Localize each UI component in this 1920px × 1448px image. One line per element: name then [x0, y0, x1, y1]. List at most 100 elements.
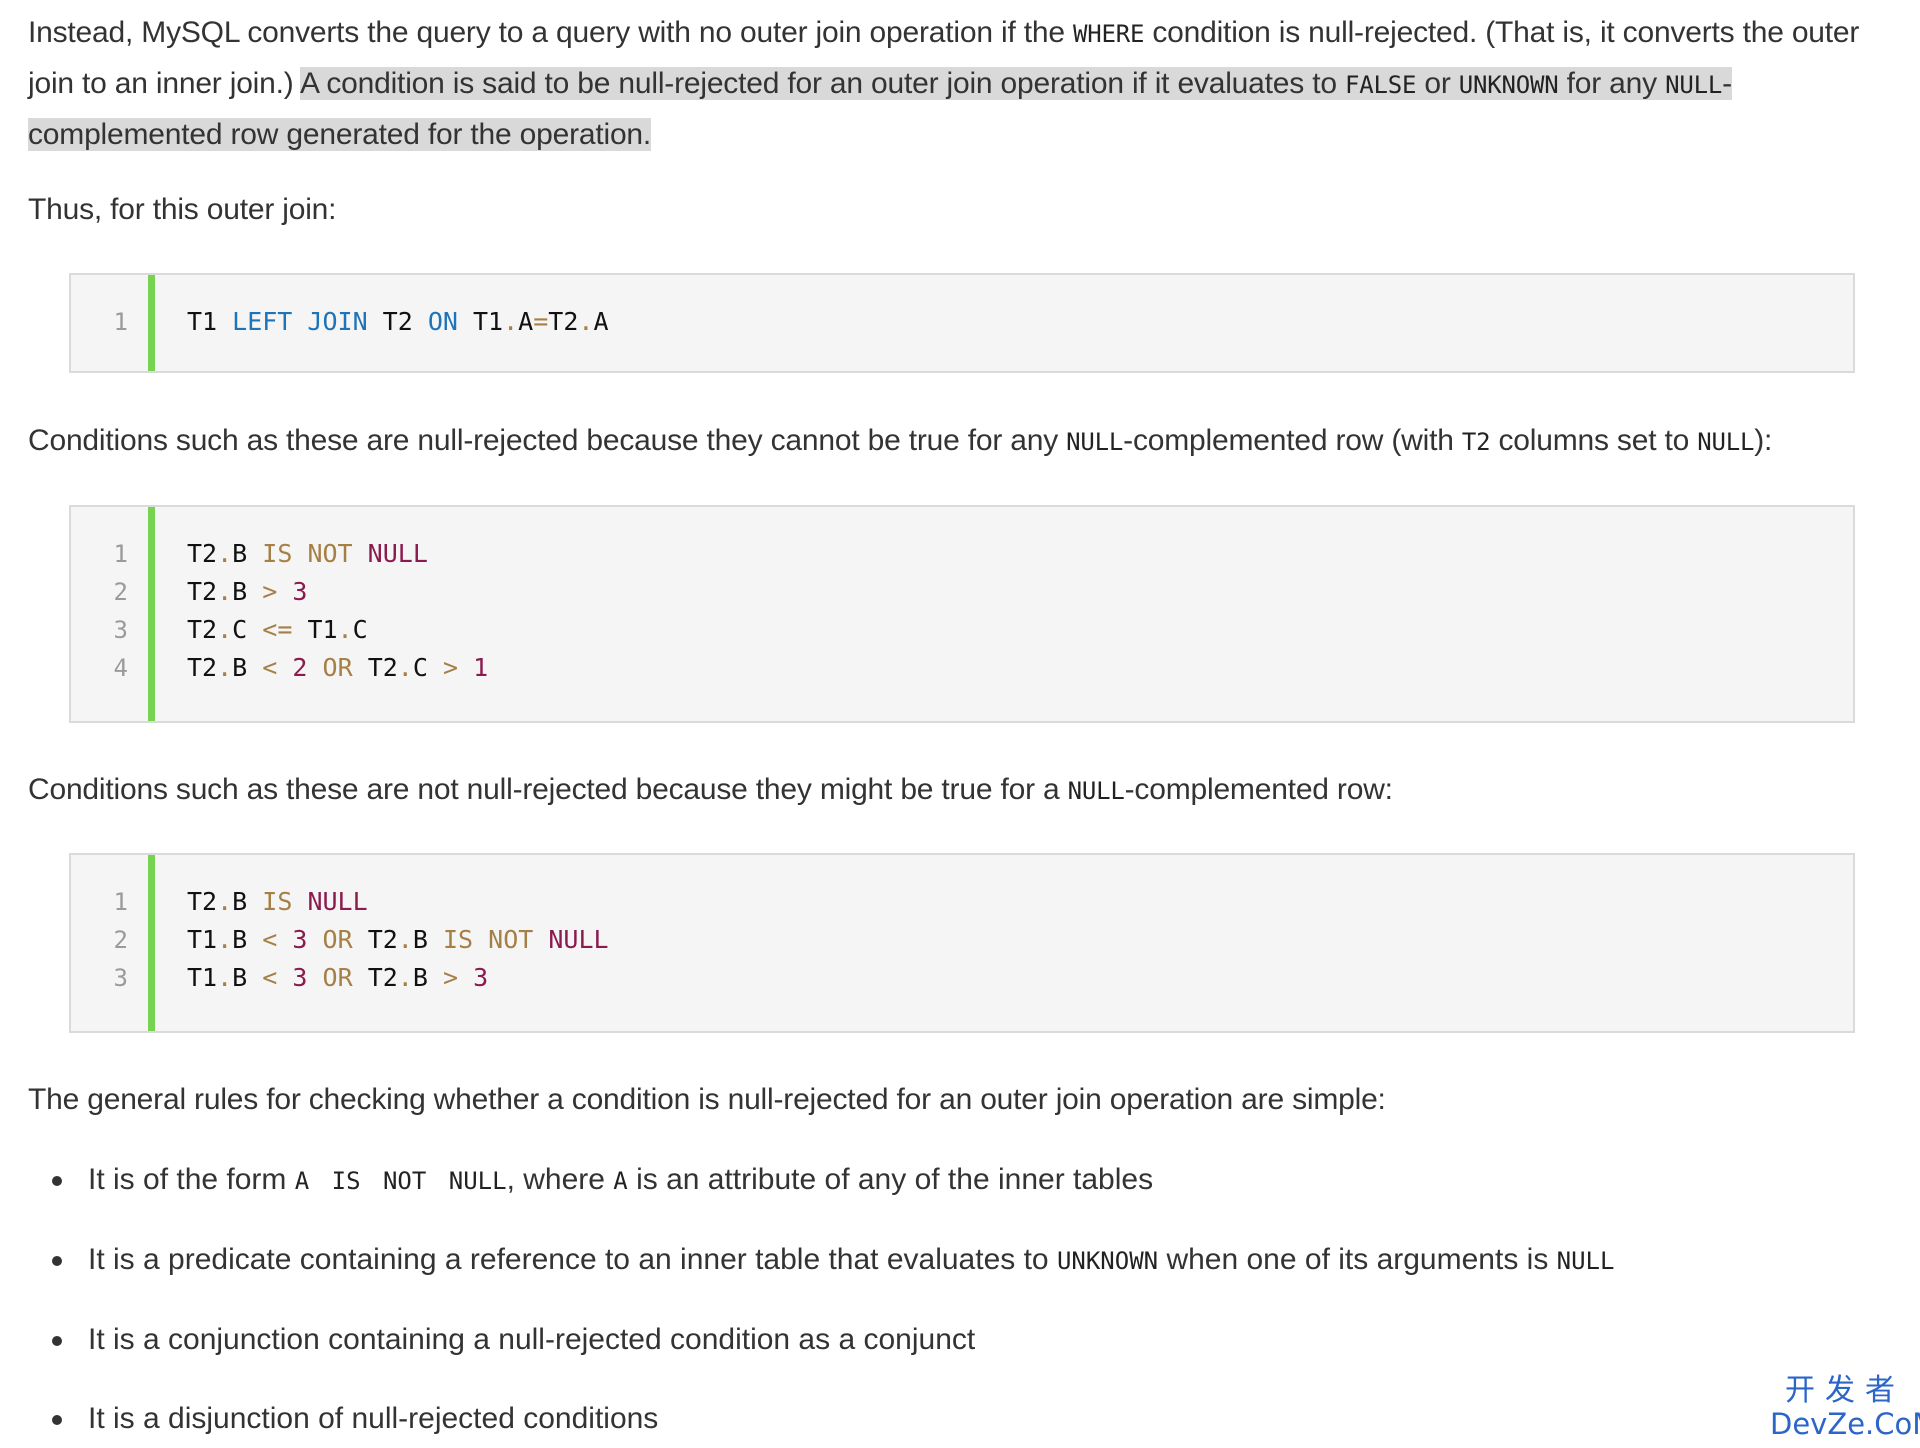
- watermark-line-1: 开发者: [1785, 1373, 1905, 1408]
- code-line: T1 LEFT JOIN T2 ON T1.A=T2.A: [187, 303, 609, 341]
- null-rejected-text-2: -complemented row (with: [1123, 424, 1462, 457]
- rule-4-text: It is a disjunction of null-rejected con…: [88, 1402, 659, 1435]
- line-number: 2: [113, 578, 128, 606]
- code-token: T2: [187, 577, 218, 606]
- code-token: T2: [352, 963, 398, 992]
- code-token: A: [593, 307, 609, 336]
- code-token: IS: [262, 887, 293, 916]
- line-number: 3: [113, 964, 128, 992]
- rule-2-text-2: when one of its arguments is: [1158, 1243, 1557, 1276]
- code-token: .: [397, 653, 413, 682]
- null-rejected-text-4: ):: [1754, 424, 1773, 457]
- code-token: LEFT JOIN: [232, 307, 368, 336]
- inline-code-unknown: UNKNOWN: [1458, 71, 1559, 99]
- code-token: OR: [322, 963, 353, 992]
- bullet-icon: [52, 1176, 62, 1186]
- code-accent-bar: [148, 855, 155, 1031]
- line-number: 1: [113, 888, 128, 916]
- line-number: 4: [113, 654, 128, 682]
- code-token: ON: [427, 307, 458, 336]
- not-null-rejected-text-2: -complemented row:: [1124, 773, 1393, 806]
- code-token: .: [217, 887, 233, 916]
- code-token: <=: [262, 615, 293, 644]
- code-token: IS: [442, 925, 474, 954]
- code-line: T2.B < 2 OR T2.C > 1: [187, 649, 488, 687]
- intro-text-1: Instead, MySQL converts the query to a q…: [28, 16, 1073, 49]
- rule-3-text: It is a conjunction containing a null-re…: [88, 1323, 976, 1356]
- code-block-3: 123 T2.B IS NULL T1.B < 3 OR T2.B IS NOT …: [69, 853, 1855, 1033]
- line-number: 1: [113, 540, 128, 568]
- code-accent-bar: [148, 275, 155, 371]
- code-token: T2: [367, 307, 428, 336]
- code-line: T2.B > 3: [187, 573, 307, 611]
- bullet-icon: [52, 1415, 62, 1425]
- inline-code-null: NULL: [1067, 777, 1125, 805]
- null-rejected-text-1: Conditions such as these are null-reject…: [28, 424, 1067, 457]
- inline-code-null: NULL: [1697, 428, 1755, 456]
- bullet-icon: [52, 1336, 62, 1346]
- code-block-2: 1234 T2.B IS NOT NULL T2.B > 3 T2.C <= T1.…: [69, 505, 1855, 723]
- code-token: 1: [473, 653, 489, 682]
- code-token: OR: [322, 925, 353, 954]
- code-token: T1: [187, 925, 218, 954]
- list-item: It is a disjunction of null-rejected con…: [52, 1394, 659, 1444]
- code-token: OR: [322, 653, 353, 682]
- code-line: T1.B < 3 OR T2.B IS NOT NULL: [187, 921, 609, 959]
- inline-code-null: NULL: [1066, 428, 1124, 456]
- code-token: T1: [187, 963, 218, 992]
- code-token: T2: [187, 615, 218, 644]
- line-number: 2: [113, 926, 128, 954]
- inline-code-t2: T2: [1461, 428, 1491, 456]
- code-token: T2: [548, 307, 579, 336]
- code-token: B: [232, 887, 263, 916]
- code-token: <: [262, 963, 278, 992]
- code-token: B: [232, 653, 263, 682]
- code-token: .: [397, 963, 413, 992]
- code-token: <: [262, 925, 278, 954]
- code-token: C: [232, 615, 263, 644]
- code-token: T1: [292, 615, 338, 644]
- code-token: B: [412, 963, 443, 992]
- code-token: <: [262, 653, 278, 682]
- code-token: >: [262, 577, 278, 606]
- code-token: 3: [292, 963, 308, 992]
- code-token: B: [232, 963, 263, 992]
- code-token: 3: [292, 925, 308, 954]
- code-token: T2: [187, 887, 218, 916]
- code-token: .: [397, 925, 413, 954]
- highlight-text-3: for any: [1558, 67, 1666, 100]
- code-line: T2.B IS NOT NULL: [187, 535, 428, 573]
- inline-code-a-is-not-null: A IS NOT NULL: [294, 1167, 507, 1195]
- code-token: C: [352, 615, 368, 644]
- watermark-logo: 开发者 DevZe.CoM: [1770, 1373, 1920, 1441]
- code-token: NULL: [307, 887, 368, 916]
- null-rejected-paragraph: Conditions such as these are null-reject…: [28, 416, 1772, 467]
- watermark-line-2: DevZe.CoM: [1770, 1407, 1920, 1441]
- code-token: NOT: [307, 539, 353, 568]
- inline-code-unknown: UNKNOWN: [1056, 1247, 1159, 1275]
- code-token: C: [412, 653, 443, 682]
- code-token: B: [232, 539, 263, 568]
- line-number: 3: [113, 616, 128, 644]
- rule-2-text-1: It is a predicate containing a reference…: [88, 1243, 1057, 1276]
- inline-code-null: NULL: [1556, 1247, 1615, 1275]
- line-number: 1: [113, 308, 128, 336]
- code-token: T1: [187, 307, 233, 336]
- code-block-1: 1 T1 LEFT JOIN T2 ON T1.A=T2.A: [69, 273, 1855, 373]
- inline-code-false: FALSE: [1344, 71, 1417, 99]
- code-token: NULL: [367, 539, 428, 568]
- code-token: T1: [457, 307, 504, 336]
- code-token: T2: [187, 653, 218, 682]
